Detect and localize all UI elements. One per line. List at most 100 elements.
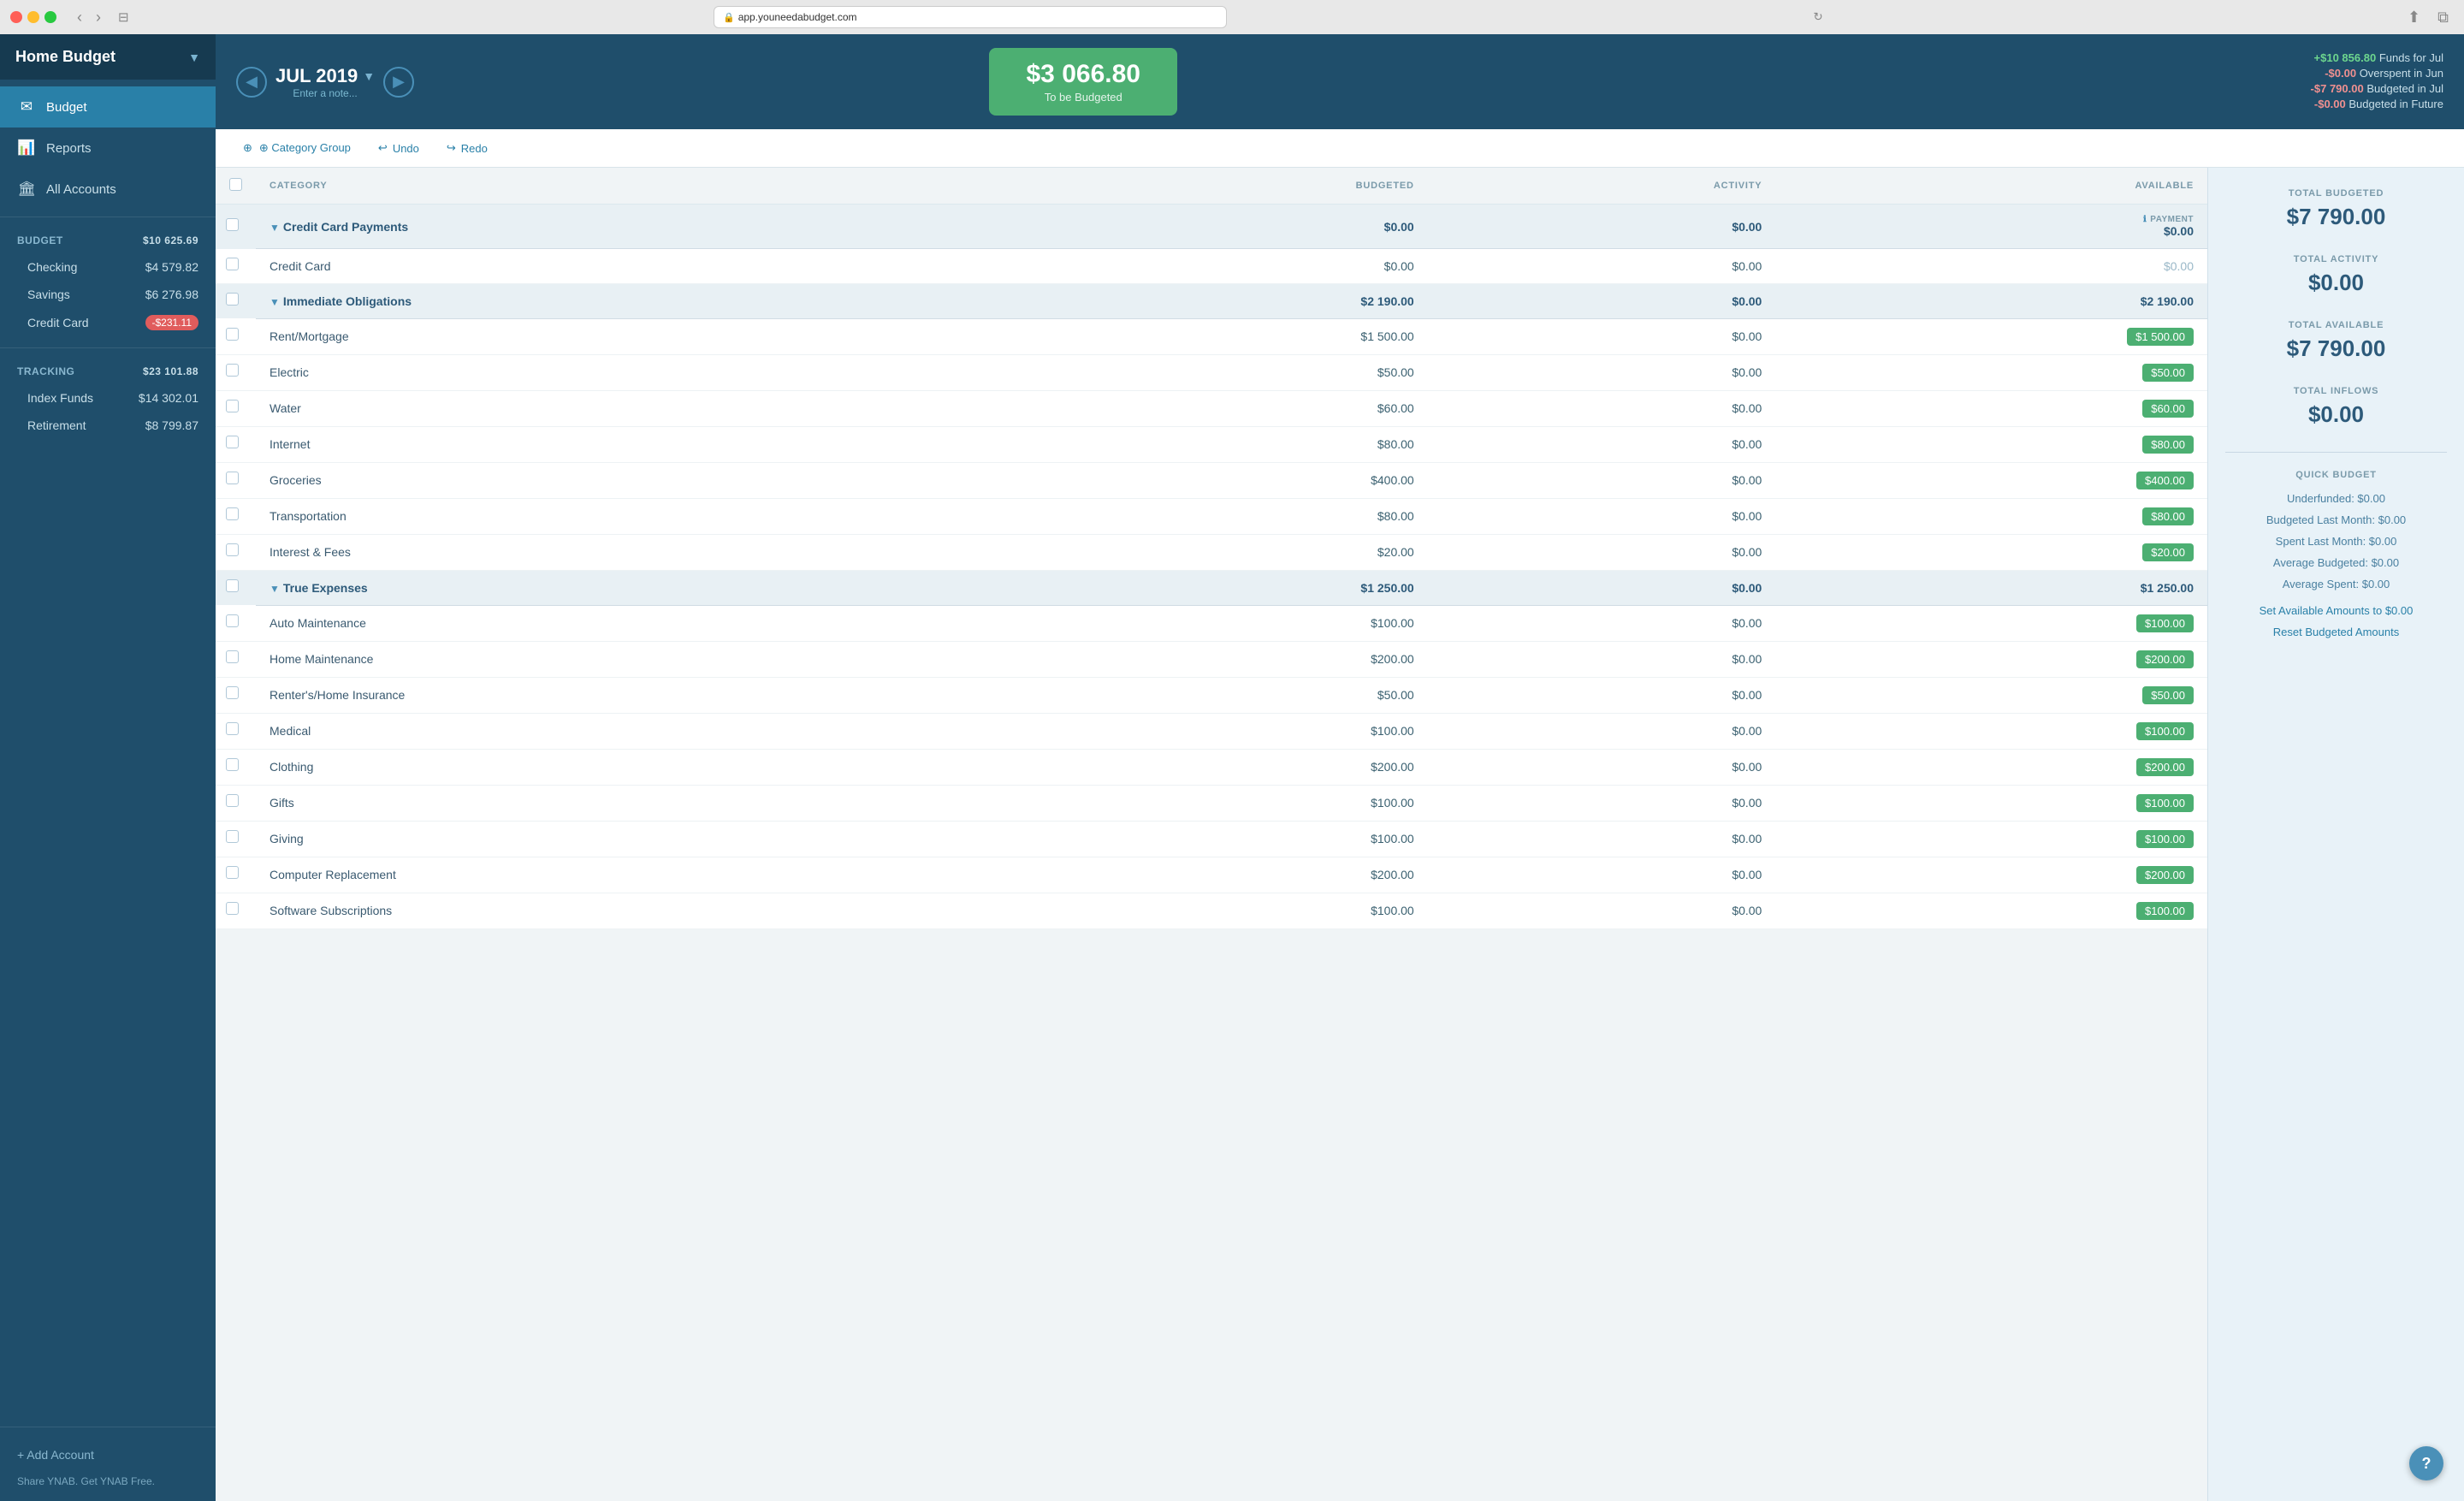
undo-button[interactable]: ↩ Undo: [371, 138, 426, 158]
month-note[interactable]: Enter a note...: [275, 87, 375, 99]
row-checkbox[interactable]: [226, 794, 239, 807]
category-group-row[interactable]: ▼Credit Card Payments $0.00 $0.00 ℹPAYME…: [216, 205, 2207, 249]
quick-budget-underfunded[interactable]: Underfunded: $0.00: [2225, 492, 2447, 505]
select-all-checkbox[interactable]: [229, 178, 242, 191]
budget-section-header[interactable]: BUDGET $10 625.69: [0, 228, 216, 253]
budgeted-cell[interactable]: $100.00: [1034, 605, 1428, 641]
budgeted-cell[interactable]: $100.00: [1034, 821, 1428, 857]
add-account-button[interactable]: + Add Account: [17, 1441, 94, 1468]
quick-budget-last-month-spent[interactable]: Spent Last Month: $0.00: [2225, 535, 2447, 548]
budgeted-cell[interactable]: $100.00: [1034, 785, 1428, 821]
table-row[interactable]: Computer Replacement $200.00 $0.00 $200.…: [216, 857, 2207, 893]
quick-budget-last-month-budgeted[interactable]: Budgeted Last Month: $0.00: [2225, 513, 2447, 526]
row-checkbox[interactable]: [226, 258, 239, 270]
forward-button[interactable]: ›: [91, 7, 106, 28]
row-checkbox[interactable]: [226, 507, 239, 520]
table-row[interactable]: Rent/Mortgage $1 500.00 $0.00 $1 500.00: [216, 318, 2207, 354]
check-cell: [216, 354, 256, 390]
row-checkbox[interactable]: [226, 328, 239, 341]
expand-icon[interactable]: ▼: [270, 296, 280, 308]
sidebar-header[interactable]: Home Budget ▼: [0, 34, 216, 80]
table-row[interactable]: Medical $100.00 $0.00 $100.00: [216, 713, 2207, 749]
add-category-group-button[interactable]: ⊕ ⊕ Category Group: [236, 138, 358, 158]
row-checkbox[interactable]: [226, 722, 239, 735]
table-row[interactable]: Groceries $400.00 $0.00 $400.00: [216, 462, 2207, 498]
help-button[interactable]: ?: [2409, 1446, 2443, 1480]
row-checkbox[interactable]: [226, 650, 239, 663]
minimize-button[interactable]: [27, 11, 39, 23]
row-checkbox[interactable]: [226, 543, 239, 556]
share-button[interactable]: ⬆: [2402, 7, 2426, 28]
budgeted-cell[interactable]: $60.00: [1034, 390, 1428, 426]
expand-icon[interactable]: ▼: [270, 222, 280, 234]
expand-icon[interactable]: ▼: [270, 583, 280, 595]
back-button[interactable]: ‹: [72, 7, 87, 28]
quick-budget-avg-spent[interactable]: Average Spent: $0.00: [2225, 578, 2447, 590]
tracking-section-header[interactable]: TRACKING $23 101.88: [0, 359, 216, 384]
table-row[interactable]: Clothing $200.00 $0.00 $200.00: [216, 749, 2207, 785]
row-checkbox[interactable]: [226, 902, 239, 915]
budgeted-cell[interactable]: $1 500.00: [1034, 318, 1428, 354]
month-title[interactable]: JUL 2019 ▼: [275, 65, 375, 87]
table-row[interactable]: Internet $80.00 $0.00 $80.00: [216, 426, 2207, 462]
fullscreen-button[interactable]: ⧉: [2432, 7, 2454, 28]
table-row[interactable]: Interest & Fees $20.00 $0.00 $20.00: [216, 534, 2207, 570]
budgeted-cell[interactable]: $20.00: [1034, 534, 1428, 570]
row-checkbox[interactable]: [226, 436, 239, 448]
budgeted-cell[interactable]: $100.00: [1034, 713, 1428, 749]
table-row[interactable]: Electric $50.00 $0.00 $50.00: [216, 354, 2207, 390]
redo-button[interactable]: ↪ Redo: [440, 138, 495, 158]
row-checkbox[interactable]: [226, 830, 239, 843]
budgeted-cell[interactable]: $50.00: [1034, 354, 1428, 390]
budgeted-cell[interactable]: $200.00: [1034, 641, 1428, 677]
table-row[interactable]: Gifts $100.00 $0.00 $100.00: [216, 785, 2207, 821]
group-checkbox[interactable]: [226, 293, 239, 306]
set-available-link[interactable]: Set Available Amounts to $0.00: [2225, 604, 2447, 617]
account-savings[interactable]: Savings $6 276.98: [0, 281, 216, 308]
category-group-row[interactable]: ▼Immediate Obligations $2 190.00 $0.00 $…: [216, 283, 2207, 318]
budgeted-cell[interactable]: $400.00: [1034, 462, 1428, 498]
next-month-button[interactable]: ▶: [383, 67, 414, 98]
table-row[interactable]: Renter's/Home Insurance $50.00 $0.00 $50…: [216, 677, 2207, 713]
sidebar-toggle-button[interactable]: ⊟: [113, 8, 134, 27]
table-row[interactable]: Software Subscriptions $100.00 $0.00 $10…: [216, 893, 2207, 928]
budgeted-cell[interactable]: $0.00: [1034, 249, 1428, 284]
account-credit-card[interactable]: Credit Card -$231.11: [0, 308, 216, 337]
group-checkbox[interactable]: [226, 218, 239, 231]
row-checkbox[interactable]: [226, 400, 239, 412]
budgeted-cell[interactable]: $200.00: [1034, 749, 1428, 785]
reset-budgeted-link[interactable]: Reset Budgeted Amounts: [2225, 626, 2447, 638]
account-checking[interactable]: Checking $4 579.82: [0, 253, 216, 281]
table-row[interactable]: Auto Maintenance $100.00 $0.00 $100.00: [216, 605, 2207, 641]
sidebar-item-reports[interactable]: 📊 Reports: [0, 128, 216, 169]
check-cell: [216, 462, 256, 498]
account-index-funds[interactable]: Index Funds $14 302.01: [0, 384, 216, 412]
quick-budget-avg-budgeted[interactable]: Average Budgeted: $0.00: [2225, 556, 2447, 569]
maximize-button[interactable]: [44, 11, 56, 23]
close-button[interactable]: [10, 11, 22, 23]
row-checkbox[interactable]: [226, 472, 239, 484]
table-row[interactable]: Transportation $80.00 $0.00 $80.00: [216, 498, 2207, 534]
budgeted-cell[interactable]: $80.00: [1034, 498, 1428, 534]
table-row[interactable]: Water $60.00 $0.00 $60.00: [216, 390, 2207, 426]
budgeted-cell[interactable]: $100.00: [1034, 893, 1428, 928]
group-checkbox[interactable]: [226, 579, 239, 592]
row-checkbox[interactable]: [226, 364, 239, 377]
category-group-row[interactable]: ▼True Expenses $1 250.00 $0.00 $1 250.00: [216, 570, 2207, 605]
account-retirement[interactable]: Retirement $8 799.87: [0, 412, 216, 439]
reload-button[interactable]: ↻: [1813, 10, 1822, 24]
prev-month-button[interactable]: ◀: [236, 67, 267, 98]
budgeted-cell[interactable]: $80.00: [1034, 426, 1428, 462]
sidebar-item-budget[interactable]: ✉ Budget: [0, 86, 216, 128]
budget-table-container[interactable]: CATEGORY BUDGETED ACTIVITY AVAILABLE ▼Cr…: [216, 168, 2207, 1501]
row-checkbox[interactable]: [226, 758, 239, 771]
budgeted-cell[interactable]: $50.00: [1034, 677, 1428, 713]
sidebar-item-all-accounts[interactable]: 🏛 All Accounts: [0, 169, 216, 210]
budgeted-cell[interactable]: $200.00: [1034, 857, 1428, 893]
row-checkbox[interactable]: [226, 866, 239, 879]
table-row[interactable]: Home Maintenance $200.00 $0.00 $200.00: [216, 641, 2207, 677]
table-row[interactable]: Credit Card $0.00 $0.00 $0.00: [216, 249, 2207, 284]
row-checkbox[interactable]: [226, 686, 239, 699]
table-row[interactable]: Giving $100.00 $0.00 $100.00: [216, 821, 2207, 857]
row-checkbox[interactable]: [226, 614, 239, 627]
